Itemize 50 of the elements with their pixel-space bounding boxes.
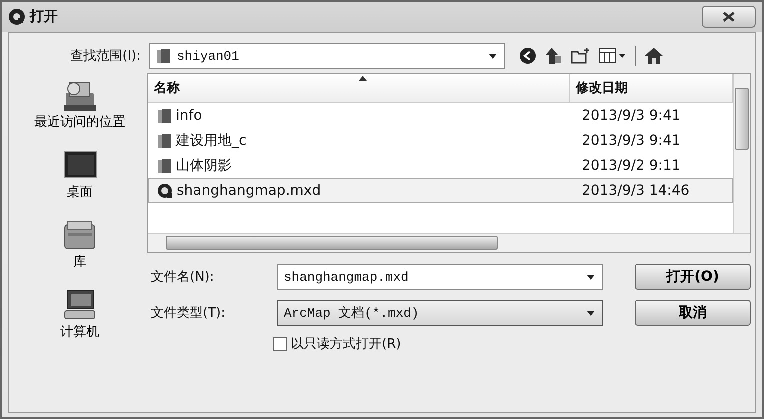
horizontal-scrollbar[interactable]	[148, 233, 750, 252]
window-title: 打开	[30, 8, 58, 26]
file-row[interactable]: info 2013/9/3 9:41	[148, 103, 733, 128]
file-name-label: 文件名(N):	[150, 269, 216, 286]
library-icon	[62, 219, 98, 251]
close-icon	[723, 12, 735, 22]
dropdown-arrow-icon	[586, 274, 596, 280]
view-menu-icon[interactable]	[599, 48, 627, 64]
cancel-button[interactable]: 取消	[635, 300, 751, 326]
column-header[interactable]: 名称	[148, 74, 570, 102]
file-date: 2013/9/3 14:46	[581, 182, 691, 198]
desktop-icon	[62, 149, 98, 181]
folder-icon	[157, 108, 172, 124]
up-folder-icon[interactable]	[545, 47, 563, 65]
look-in-label: 查找范围(I):	[70, 48, 142, 65]
dropdown-arrow-icon	[488, 52, 498, 60]
close-button[interactable]	[702, 6, 756, 28]
file-date: 2013/9/3 9:41	[581, 132, 682, 148]
sidebar-place[interactable]: 最近访问的位置	[34, 79, 126, 131]
read-only-checkbox[interactable]	[273, 337, 287, 351]
sidebar-place[interactable]: 计算机	[60, 289, 100, 341]
map-app-icon	[8, 8, 26, 26]
map-file-icon	[157, 182, 173, 198]
back-icon[interactable]	[519, 47, 537, 65]
file-row[interactable]: shanghangmap.mxd 2013/9/3 14:46	[148, 178, 733, 203]
file-name: shanghangmap.mxd	[177, 182, 322, 198]
sidebar-place[interactable]: 库	[62, 219, 98, 271]
file-date: 2013/9/3 9:41	[581, 108, 682, 124]
folder-icon	[156, 48, 171, 64]
file-row[interactable]: 建设用地_c 2013/9/3 9:41	[148, 128, 733, 153]
vertical-scrollbar[interactable]	[733, 74, 750, 233]
look-in-dropdown[interactable]: shiyan01	[149, 43, 505, 69]
file-date: 2013/9/2 9:11	[581, 158, 682, 174]
sidebar-place[interactable]: 桌面	[62, 149, 98, 201]
file-name: 山体阴影	[176, 156, 232, 174]
file-name: info	[176, 108, 202, 124]
open-button[interactable]: 打开(O)	[635, 264, 751, 290]
dropdown-arrow-icon	[586, 310, 596, 316]
sort-arrow-icon	[358, 76, 366, 81]
file-type-dropdown[interactable]: ArcMap 文档(*.mxd)	[277, 300, 603, 326]
home-icon[interactable]	[644, 47, 664, 65]
folder-icon	[157, 132, 172, 148]
read-only-label: 以只读方式打开(R)	[291, 336, 402, 353]
file-type-label: 文件类型(T):	[150, 305, 226, 322]
file-name-field[interactable]: shanghangmap.mxd	[277, 264, 603, 290]
folder-icon	[157, 158, 172, 174]
file-row[interactable]: 山体阴影 2013/9/2 9:11	[148, 153, 733, 178]
new-folder-icon[interactable]	[571, 47, 591, 65]
computer-icon	[62, 289, 98, 321]
file-name: 建设用地_c	[176, 132, 247, 150]
